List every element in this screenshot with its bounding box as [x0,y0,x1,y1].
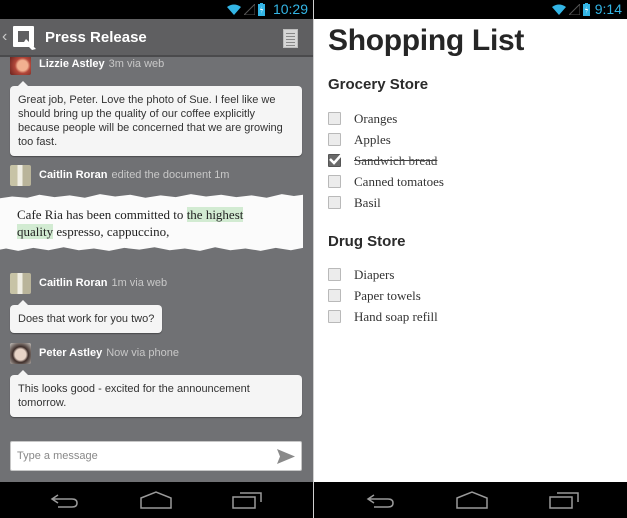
checkbox-checked[interactable] [328,152,344,167]
list-item[interactable]: Oranges [328,108,397,129]
item-label: Diapers [354,266,395,282]
comment-bubble: This looks good - excited for the announ… [10,370,302,417]
recents-icon[interactable] [547,490,581,510]
message-compose [10,441,302,471]
list-item[interactable]: Hand soap refill [328,306,438,327]
status-bar: 9:14 [314,0,627,19]
feed-item-header: Caitlin Roran 1m via web [10,272,167,294]
page-title: Shopping List [328,24,525,57]
author-name: Lizzie Astley [39,58,105,70]
feed-item-header: Caitlin Roran edited the document 1m [10,164,229,186]
author-name: Peter Astley [39,347,103,359]
post-meta: 3m via web [108,58,165,70]
checkmark-icon [329,152,344,165]
section-title-grocery: Grocery Store [328,76,429,93]
comment-text: Does that work for you two? [18,313,155,325]
item-label: Paper towels [354,287,421,303]
post-meta: edited the document 1m [111,169,230,181]
wifi-icon [227,4,241,15]
signal-icon [244,3,255,15]
message-input[interactable] [17,442,267,470]
document-excerpt[interactable]: Cafe Ria has been committed to the highe… [0,194,303,251]
navigation-bar [0,482,313,518]
back-icon[interactable] [48,490,82,510]
checkbox[interactable] [328,175,341,188]
send-icon[interactable] [277,449,295,464]
comment-text: Great job, Peter. Love the photo of Sue.… [18,94,283,148]
comment-bubble: Does that work for you two? [10,300,163,333]
status-bar: 10:29 [0,0,313,19]
item-label: Basil [354,194,381,210]
item-label: Oranges [354,110,398,126]
signal-icon [569,3,580,15]
item-label: Hand soap refill [354,308,438,324]
highlighted-edit: quality [17,224,54,239]
feed-item-header: Lizzie Astley 3m via web [10,57,164,75]
shopping-list-screen: 9:14 Shopping List Grocery Store Oranges… [313,0,627,518]
item-label: Apples [354,131,391,147]
action-bar-title: Press Release [45,29,147,46]
checkbox[interactable] [328,112,341,125]
avatar [10,57,31,75]
comment-bubble: Great job, Peter. Love the photo of Sue.… [10,81,302,156]
list-item[interactable]: Diapers [328,264,394,285]
author-name: Caitlin Roran [39,169,108,181]
document-icon[interactable] [283,29,298,48]
status-icons [227,2,265,16]
avatar [10,164,31,186]
status-icons [552,2,590,16]
home-icon[interactable] [139,490,173,510]
list-item[interactable]: Paper towels [328,285,421,306]
checkbox[interactable] [328,133,341,146]
app-logo-icon[interactable] [12,25,38,51]
checkbox[interactable] [328,289,341,302]
section-title-drug: Drug Store [328,233,406,250]
avatar [10,342,31,364]
post-meta: 1m via web [111,277,168,289]
action-bar: ‹ Press Release [0,19,313,57]
comment-text: This looks good - excited for the announ… [18,383,250,409]
navigation-bar [314,482,627,518]
checkbox[interactable] [328,268,341,281]
item-label: Sandwich bread [354,152,438,168]
activity-feed[interactable]: Lizzie Astley 3m via web Great job, Pete… [0,57,313,434]
author-name: Caitlin Roran [39,277,108,289]
press-release-screen: 10:29 ‹ Press Release Lizzie Astley 3m v… [0,0,313,518]
feed-item-header: Peter Astley Now via phone [10,342,179,364]
checkbox[interactable] [328,196,341,209]
item-label: Canned tomatoes [354,173,444,189]
wifi-icon [552,4,566,15]
post-meta: Now via phone [106,347,179,359]
back-icon[interactable] [364,490,398,510]
status-time: 10:29 [272,1,308,17]
avatar [10,272,31,294]
highlighted-edit: the highest [186,207,244,222]
list-item[interactable]: Basil [328,192,381,213]
list-item[interactable]: Sandwich bread [328,150,437,171]
checkbox[interactable] [328,310,341,323]
recents-icon[interactable] [230,490,264,510]
home-icon[interactable] [455,490,489,510]
battery-icon [583,2,590,16]
excerpt-text: Cafe Ria has been committed to the highe… [17,207,244,239]
up-chevron-icon[interactable]: ‹ [2,28,7,46]
status-time: 9:14 [594,1,622,17]
list-item[interactable]: Apples [328,129,391,150]
list-item[interactable]: Canned tomatoes [328,171,444,192]
battery-icon [258,2,265,16]
